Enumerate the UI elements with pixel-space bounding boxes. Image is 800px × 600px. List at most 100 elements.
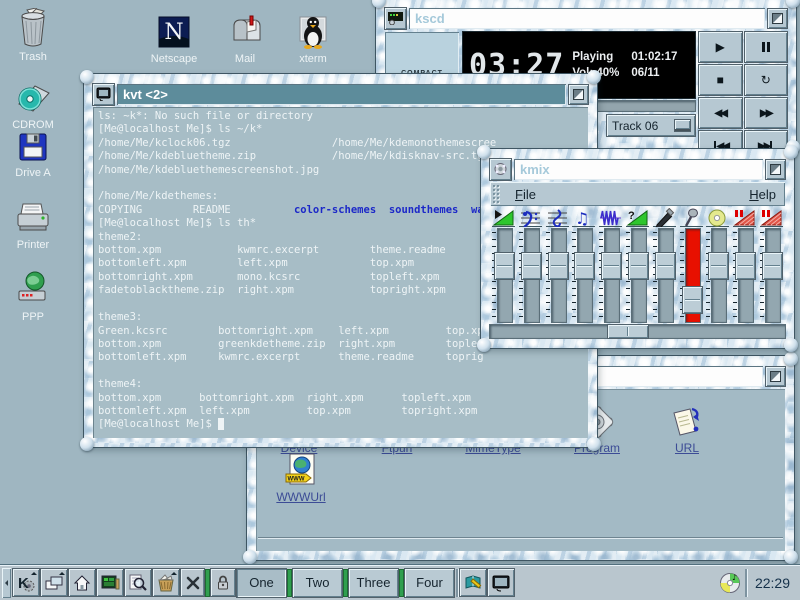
desktop-icon-trash[interactable]: Trash xyxy=(1,8,65,63)
pause-button[interactable] xyxy=(745,32,788,62)
applications-button[interactable] xyxy=(97,569,123,596)
lock-screen-button[interactable] xyxy=(211,569,235,596)
kscd-maximize-button[interactable] xyxy=(768,9,787,28)
volume-slider[interactable] xyxy=(546,229,569,322)
play-button[interactable]: ▶ xyxy=(699,32,742,62)
volume-slider[interactable] xyxy=(626,229,649,322)
slider-handle[interactable] xyxy=(683,287,702,313)
cd-player-icon xyxy=(388,12,403,25)
desktop-icon-ppp[interactable]: PPP xyxy=(1,270,65,323)
kfm-item-url[interactable]: URL xyxy=(645,405,729,455)
corner-knob xyxy=(80,70,94,84)
panel-divider xyxy=(745,569,747,597)
desktop-icon-cdrom[interactable]: CDROM xyxy=(1,80,65,131)
slider-handle[interactable] xyxy=(709,253,728,279)
terminal-button[interactable] xyxy=(488,569,514,596)
corner-knob xyxy=(243,550,257,564)
toolbar-drag-handle[interactable] xyxy=(492,184,501,204)
slider-handle[interactable] xyxy=(549,253,568,279)
kscd-title[interactable]: kscd xyxy=(409,8,765,29)
volume-slider[interactable] xyxy=(492,229,515,322)
lcd-status: Playing xyxy=(572,51,619,63)
mailbox-icon xyxy=(226,14,264,50)
slider-handle[interactable] xyxy=(495,253,514,279)
kmix-maximize-button[interactable] xyxy=(766,160,785,179)
slider-handle[interactable] xyxy=(736,253,755,279)
kscd-titlebar[interactable]: kscd xyxy=(385,7,787,29)
slider-handle[interactable] xyxy=(575,253,594,279)
kmix-titlebar[interactable]: kmix xyxy=(490,158,785,180)
volume-slider[interactable] xyxy=(653,229,676,322)
fast-forward-button[interactable]: ▶▶ xyxy=(745,98,788,128)
slider-handle[interactable] xyxy=(763,253,782,279)
scrollbar-handle[interactable] xyxy=(608,325,648,338)
window-list-button[interactable] xyxy=(41,569,67,596)
find-files-button[interactable] xyxy=(125,569,151,596)
desktop-icon-printer[interactable]: Printer xyxy=(1,200,65,251)
slider-handle[interactable] xyxy=(656,253,675,279)
trash-icon xyxy=(16,8,50,48)
kvt-titlebar[interactable]: kvt <2> xyxy=(93,83,588,105)
pager-desktop-four[interactable]: Four xyxy=(405,569,454,597)
waste-bin-button[interactable] xyxy=(153,569,179,596)
music-note-icon: ♫ xyxy=(572,208,595,227)
kmix-channel: ♫ xyxy=(571,208,596,322)
pager-desktop-one[interactable]: One xyxy=(237,569,286,597)
volume-slider[interactable] xyxy=(706,229,729,322)
kmix-window-icon[interactable] xyxy=(490,159,511,180)
corner-knob xyxy=(80,437,94,451)
lcd-track-position: 06/11 xyxy=(631,67,677,79)
home-icon xyxy=(72,573,92,593)
help-button[interactable] xyxy=(460,569,486,596)
kmix-channel xyxy=(732,208,757,322)
loop-button[interactable]: ↻ xyxy=(745,65,788,95)
taskbar-clock: 22:29 xyxy=(749,575,796,591)
volume-slider[interactable] xyxy=(733,229,756,322)
corner-knob xyxy=(784,145,798,159)
terminal-icon xyxy=(96,87,111,101)
maximize-icon xyxy=(772,13,783,24)
volume-slider[interactable] xyxy=(760,229,783,322)
kvt-title[interactable]: kvt <2> xyxy=(117,84,566,105)
corner-knob xyxy=(784,352,798,366)
pager-desktop-two[interactable]: Two xyxy=(293,569,342,597)
kmix-horizontal-scrollbar[interactable] xyxy=(490,325,785,338)
svg-text:WWW: WWW xyxy=(288,477,305,483)
k-menu-button[interactable]: K xyxy=(13,569,39,596)
home-folder-button[interactable] xyxy=(69,569,95,596)
kill-window-button[interactable] xyxy=(181,569,204,596)
kmix-title[interactable]: kmix xyxy=(514,159,763,180)
slider-handle[interactable] xyxy=(602,253,621,279)
volume-slider[interactable] xyxy=(680,229,703,322)
desktop-icon-drive-a[interactable]: Drive A xyxy=(1,130,65,179)
menu-help[interactable]: Help xyxy=(740,187,785,202)
slider-handle[interactable] xyxy=(629,253,648,279)
menu-file[interactable]: File xyxy=(506,187,545,202)
stop-button[interactable]: ■ xyxy=(699,65,742,95)
slider-handle[interactable] xyxy=(522,253,541,279)
kvt-window-icon[interactable] xyxy=(93,84,114,105)
desktop-icon-netscape[interactable]: N Netscape xyxy=(142,14,206,65)
kmix-channel xyxy=(491,208,516,322)
volume-slider[interactable] xyxy=(572,229,595,322)
combo-arrow-icon xyxy=(675,120,690,131)
track-selector[interactable]: Track 06 xyxy=(607,115,695,136)
applications-icon xyxy=(100,573,120,593)
volume-slider[interactable] xyxy=(599,229,622,322)
globe-modem-icon xyxy=(14,270,52,308)
corner-knob xyxy=(784,550,798,564)
kvt-maximize-button[interactable] xyxy=(569,85,588,104)
desktop-icon-mail[interactable]: Mail xyxy=(213,14,277,65)
rewind-button[interactable]: ◀◀ xyxy=(699,98,742,128)
volume-slider[interactable] xyxy=(519,229,542,322)
panel-divider xyxy=(206,570,209,596)
kscd-window-icon[interactable] xyxy=(385,8,406,29)
pager-desktop-three[interactable]: Three xyxy=(349,569,398,597)
desktop-icon-xterm[interactable]: xterm xyxy=(281,14,345,65)
kfm-item-wwwurl[interactable]: WWW WWWUrl xyxy=(259,452,343,504)
lock-icon xyxy=(214,574,232,592)
mute-red-icon xyxy=(760,208,783,227)
kfm-maximize-button[interactable] xyxy=(766,367,785,386)
panel-hide-button[interactable] xyxy=(2,568,11,598)
kscd-tray-button[interactable]: ♪ xyxy=(717,569,743,596)
